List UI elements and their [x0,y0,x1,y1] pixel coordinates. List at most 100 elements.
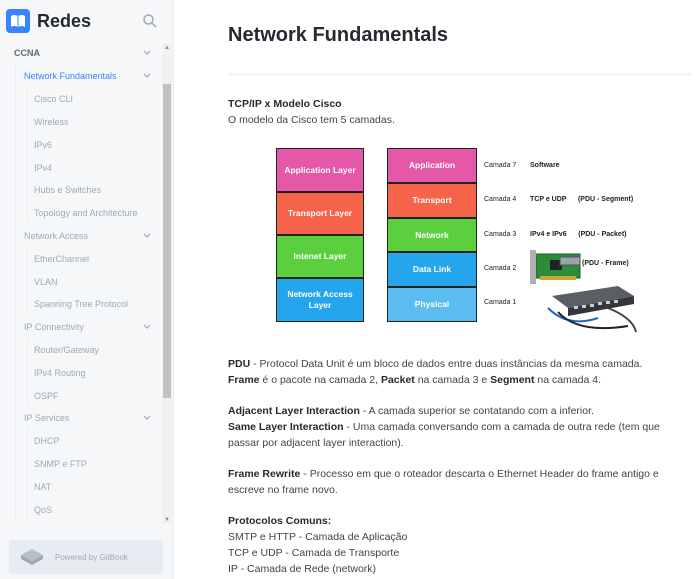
nav-guide-line [27,428,28,522]
sidebar-item-network-fundamentals[interactable]: Network Fundamentals [24,66,152,86]
sidebar-item-stp[interactable]: Spanning Tree Protocol [34,294,152,314]
sidebar-item-label: Network Access [24,231,89,241]
nav-guide-line [27,337,28,405]
camada-label: Camada 1 [484,299,517,306]
sidebar-item-wireless[interactable]: Wireless [34,112,152,132]
sidebar-scrollbar[interactable]: ▲ ▼ [162,44,172,524]
sidebar-item-ccna[interactable]: CCNA [14,43,152,63]
sidebar-nav: CCNA Network Fundamentals Cisco CLI Wire… [0,42,162,522]
sidebar-item-label: Network Fundamentals [24,71,117,81]
book-icon [6,9,30,33]
camada-label: Camada 4 [484,196,517,203]
tcpip-layer-transport: Transport Layer [276,192,364,235]
sidebar-item-label: Spanning Tree Protocol [34,299,129,309]
definition: - Protocol Data Unit é um bloco de dados… [250,358,643,370]
sidebar-item-vlan[interactable]: VLAN [34,272,152,292]
sidebar-item-nat[interactable]: NAT [34,477,152,497]
layer-description: Software [530,162,560,169]
powered-by-label: Powered by GitBook [55,552,128,562]
sidebar-item-dhcp[interactable]: DHCP [34,431,152,451]
layer-label: Intenet Layer [293,251,347,261]
sidebar-item-label: IPv6 [34,140,53,150]
chevron-down-icon [143,233,151,238]
chevron-down-icon [143,50,151,55]
chevron-down-icon [143,415,151,420]
layer-label: Transport Layer [287,208,353,218]
cisco-layer-transport: Transport [387,183,477,218]
sidebar-item-ospf[interactable]: OSPF [34,386,152,406]
sidebar-item-ipv6[interactable]: IPv6 [34,135,152,155]
protocols-heading: Protocolos Comuns: [228,515,332,527]
brand[interactable]: Redes [6,7,170,35]
term: Segment [490,374,535,386]
sidebar-item-ipv4-routing[interactable]: IPv4 Routing [34,363,152,383]
layer-label: Application [408,160,456,170]
sidebar-item-ipv4[interactable]: IPv4 [34,158,152,178]
sidebar-item-label: IP Services [24,413,70,423]
sidebar-item-etherchannel[interactable]: EtherChannel [34,249,152,269]
frame-rewrite-paragraph: Frame Rewrite - Processo em que o rotead… [228,466,688,498]
nav-guide-line [27,246,28,314]
term: Adjacent Layer Interaction [228,405,360,417]
scrollbar-thumb[interactable] [163,84,171,398]
scroll-up-arrow-icon[interactable]: ▲ [163,44,171,52]
sidebar-item-label: SNMP e FTP [34,459,87,469]
sidebar-item-topology[interactable]: Topology and Architecture [34,203,152,223]
powered-by-gitbook[interactable]: Powered by GitBook [9,540,163,574]
tcpip-layer-network-access: Network Access Layer [276,278,364,322]
sidebar-item-label: NAT [34,482,52,492]
sidebar-item-router-gateway[interactable]: Router/Gateway [34,340,152,360]
cisco-layer-physical: Physical [387,287,477,322]
camada-label: Camada 2 [484,265,517,272]
layer-description: TCP e UDP (PDU - Segment) [530,196,634,203]
switch-image [547,286,637,333]
title-divider [228,74,692,75]
sidebar-item-qos[interactable]: QoS [34,500,152,520]
frame-paragraph: Frame é o pacote na camada 2, Packet na … [228,372,601,388]
protocol-item: IP - Camada de Rede (network) [228,563,377,575]
adjacent-layer-paragraph: Adjacent Layer Interaction - A camada su… [228,403,594,419]
layer-label: Network [415,229,449,240]
sidebar-item-ip-connectivity[interactable]: IP Connectivity [24,317,152,337]
term: PDU [228,358,251,370]
search-icon[interactable] [142,13,158,29]
sidebar-item-hubs-e-switches[interactable]: Hubs e Switches [34,180,152,200]
cisco-layer-application: Application [387,148,477,183]
sidebar-item-label: EtherChannel [34,254,90,264]
sidebar-item-label: Cisco CLI [34,94,74,104]
sidebar-item-label: Wireless [34,117,69,127]
page-title: Network Fundamentals [228,24,449,46]
pdu-paragraph: PDU - Protocol Data Unit é um bloco de d… [228,356,642,372]
term: Same Layer Interaction [228,421,344,433]
intro-text: O modelo da Cisco tem 5 camadas. [228,114,395,126]
layer-label: Application Layer [284,164,356,175]
sidebar-item-label: IPv4 [34,163,53,173]
sidebar: Redes CCNA Network Fundamentals Cisco CL… [0,0,174,579]
text: é o pacote na camada 2, [259,374,381,386]
sidebar-item-label: Topology and Architecture [34,208,138,218]
sidebar-item-label: CCNA [14,48,40,58]
space-title: Redes [37,10,92,31]
cisco-layer-data-link: Data Link [387,252,477,287]
layer-description: IPv4 e IPv6 (PDU - Packet) [530,231,627,238]
sidebar-item-label: IPv4 Routing [34,368,86,378]
sidebar-item-label: Hubs e Switches [34,185,102,195]
chevron-down-icon [143,73,151,78]
section-heading: TCP/IP x Modelo Cisco [228,98,342,110]
cisco-layer-network: Network [387,218,477,252]
modem-image [559,256,581,266]
protocol-item: SMTP e HTTP - Camada de Aplicação [228,531,408,543]
scroll-down-arrow-icon[interactable]: ▼ [163,516,171,524]
definition: - A camada superior se contatando com a … [359,405,594,417]
sidebar-item-ip-services[interactable]: IP Services [24,408,152,428]
camada-label: Camada 7 [484,162,517,169]
term: Packet [380,374,415,386]
sidebar-item-network-access[interactable]: Network Access [24,226,152,246]
term: Frame Rewrite [228,468,301,480]
sidebar-item-label: OSPF [34,391,59,401]
same-layer-paragraph: Same Layer Interaction - Uma camada conv… [228,419,688,451]
sidebar-item-label: Router/Gateway [34,345,100,355]
sidebar-item-snmp-ftp[interactable]: SNMP e FTP [34,454,152,474]
protocol-item: TCP e UDP - Camada de Transporte [228,547,400,559]
sidebar-item-cisco-cli[interactable]: Cisco CLI [34,89,152,109]
